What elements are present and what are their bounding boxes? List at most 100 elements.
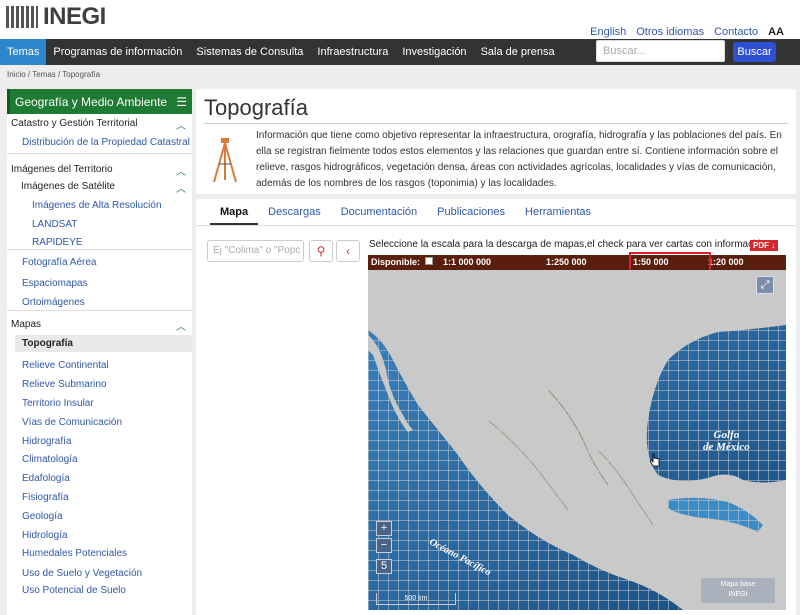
tab-publicaciones[interactable]: Publicaciones [427, 199, 515, 225]
basemap-line2: INEGI [728, 591, 748, 598]
sidebar-item-label: Relieve Continental [22, 360, 109, 371]
sidebar-item-edafologia[interactable]: Edafología [7, 470, 192, 487]
sidebar-item-relieve-submarino[interactable]: Relieve Submarino [7, 376, 192, 393]
chevron-up-icon[interactable]: ︿ [176, 163, 186, 178]
sidebar-item-imagenes-del-territorio[interactable]: Imágenes del Territorio ︿ [7, 161, 192, 178]
nav-programas[interactable]: Programas de información [46, 39, 189, 65]
basemap-button[interactable]: Mapa base INEGI [701, 578, 775, 603]
sidebar-item-ortoimagenes[interactable]: Ortoimágenes [7, 294, 192, 311]
search-button[interactable]: Buscar [733, 42, 776, 62]
sidebar-divider [7, 153, 192, 154]
link-contacto[interactable]: Contacto [714, 26, 758, 38]
sidebar-item-imagenes-de-satelite[interactable]: Imágenes de Satélite ︿ [7, 178, 192, 195]
tab-mapa[interactable]: Mapa [210, 199, 259, 225]
pdf-label: PDF [753, 241, 769, 250]
gulf-label-2: de México [703, 441, 750, 453]
page-title: Topografía [204, 95, 308, 120]
menu-icon[interactable]: ☰ [176, 95, 187, 109]
expand-icon[interactable]: ⤢ [756, 276, 774, 294]
location-search-input[interactable]: Ej "Colima" o "Popc [207, 240, 304, 262]
sidebar-item-label: Climatología [22, 454, 78, 465]
pdf-download-button[interactable]: PDF ↓ [750, 240, 779, 251]
sidebar-item-label: Imágenes de Satélite [21, 181, 115, 192]
gulf-label: Golfo de México [703, 429, 750, 453]
sidebar-item-hidrologia[interactable]: Hidrología [7, 527, 192, 544]
tab-herramientas[interactable]: Herramientas [515, 199, 601, 225]
sidebar-item-catastro-y-gestion-territorial[interactable]: Catastro y Gestión Territorial ︿ [7, 115, 192, 132]
nav-infraestructura[interactable]: Infraestructura [310, 39, 395, 65]
disponible-label: Disponible: [371, 257, 420, 267]
sidebar-item-label: Humedales Potenciales [22, 548, 128, 559]
zoom-out-button[interactable]: − [376, 538, 392, 553]
sidebar-item-label: Distribución de la Propiedad Catastral [22, 137, 190, 148]
chevron-left-icon[interactable]: ‹ [336, 240, 360, 262]
scale-length: 500 km [376, 593, 456, 605]
sidebar-item-distribucion-de-la-propiedad-catastral[interactable]: Distribución de la Propiedad Catastral [7, 134, 192, 151]
nav-investigacion[interactable]: Investigación [395, 39, 473, 65]
content-panel: Mapa Descargas Documentación Publicacion… [196, 199, 796, 615]
scale-1m[interactable]: 1:1 000 000 [443, 257, 491, 267]
sidebar-item-label: LANDSAT [32, 219, 78, 230]
sidebar-item-fotografia-aerea[interactable]: Fotografía Aérea [7, 254, 192, 271]
chevron-up-icon[interactable]: ︿ [176, 318, 186, 333]
hand-cursor-icon [650, 453, 660, 467]
sidebar-item-topografia[interactable]: Topografía [15, 335, 192, 352]
sidebar-item-label: Fisiografía [22, 492, 69, 503]
zoom-in-button[interactable]: + [376, 521, 392, 536]
sidebar-item-uso-de-suelo-y-vegetacion[interactable]: Uso de Suelo y Vegetación [7, 565, 192, 582]
nav-sala-prensa[interactable]: Sala de prensa [474, 39, 562, 65]
link-english[interactable]: English [590, 26, 626, 38]
sidebar-item-espaciomapas[interactable]: Espaciomapas [7, 275, 192, 292]
chevron-up-icon[interactable]: ︿ [176, 180, 186, 195]
sidebar-item-vias-de-comunicacion[interactable]: Vías de Comunicación [7, 414, 192, 431]
tab-descargas[interactable]: Descargas [258, 199, 331, 225]
sidebar-item-territorio-insular[interactable]: Territorio Insular [7, 395, 192, 412]
sidebar-item-geologia[interactable]: Geología [7, 508, 192, 525]
logo-icon [6, 6, 38, 28]
sidebar-item-label: Uso de Suelo y Vegetación [22, 568, 143, 579]
tab-bar: Mapa Descargas Documentación Publicacion… [196, 199, 796, 226]
sidebar-item-relieve-continental[interactable]: Relieve Continental [7, 357, 192, 374]
surveying-tripod-icon [213, 138, 237, 183]
text-size-icon[interactable]: AA [768, 26, 784, 38]
main-content: Topografía Información que tiene como ob… [196, 89, 796, 615]
sidebar-item-label: Fotografía Aérea [22, 257, 97, 268]
sidebar-item-fisiografia[interactable]: Fisiografía [7, 489, 192, 506]
sidebar-item-climatologia[interactable]: Climatología [7, 451, 192, 468]
search-input[interactable]: Buscar... [596, 40, 725, 62]
sidebar-title[interactable]: Geografía y Medio Ambiente ☰ [7, 89, 192, 114]
nav-sistemas[interactable]: Sistemas de Consulta [189, 39, 310, 65]
sidebar-item-label: Hidrología [22, 530, 68, 541]
sidebar-item-label: Imágenes del Territorio [11, 164, 113, 175]
sidebar-item-label: Hidrografía [22, 436, 72, 447]
inegi-logo[interactable]: INEGI [6, 3, 106, 30]
sidebar-item-label: Topografía [22, 338, 73, 349]
sidebar-item-label: Geología [22, 511, 63, 522]
link-otros-idiomas[interactable]: Otros idiomas [636, 26, 704, 38]
zoom-level: 5 [376, 559, 392, 574]
tab-documentacion[interactable]: Documentación [331, 199, 427, 225]
scale-bar: Disponible: 1:1 000 000 1:250 000 1:50 0… [368, 255, 786, 270]
sidebar-item-mapas[interactable]: Mapas ︿ [7, 316, 192, 333]
disponible-checkbox[interactable] [425, 257, 433, 265]
sidebar-item-label: Mapas [11, 319, 42, 330]
sidebar-item-humedales-potenciales[interactable]: Humedales Potenciales [7, 545, 192, 562]
scale-20k[interactable]: 1:20 000 [708, 257, 744, 267]
sidebar-item-landsat[interactable]: LANDSAT [7, 216, 192, 233]
map-view[interactable]: Golfo de México Océano Pacífico ⤢ + − 5 … [368, 270, 786, 610]
sidebar-item-hidrografia[interactable]: Hidrografía [7, 433, 192, 450]
chevron-up-icon[interactable]: ︿ [176, 117, 186, 132]
nav-temas[interactable]: Temas [0, 39, 47, 65]
sidebar-title-text: Geografía y Medio Ambiente [15, 94, 168, 109]
sidebar-item-uso-potencial-de-suelo[interactable]: Uso Potencial de Suelo [7, 582, 192, 599]
sidebar-item-label: RAPIDEYE [32, 237, 83, 248]
sidebar-item-label: Relieve Submarino [22, 379, 107, 390]
basemap-line1: Mapa base [720, 581, 756, 588]
sidebar-item-label: Uso Potencial de Suelo [22, 585, 126, 596]
sidebar-item-label: Catastro y Gestión Territorial [11, 118, 138, 129]
sidebar-item-label: Ortoimágenes [22, 297, 85, 308]
breadcrumb[interactable]: Inicio / Temas / Topografía [7, 70, 100, 79]
search-icon[interactable]: ⚲ [309, 240, 333, 262]
scale-250k[interactable]: 1:250 000 [546, 257, 587, 267]
sidebar-item-imagenes-de-alta-resolucion[interactable]: Imágenes de Alta Resolución [7, 197, 192, 214]
